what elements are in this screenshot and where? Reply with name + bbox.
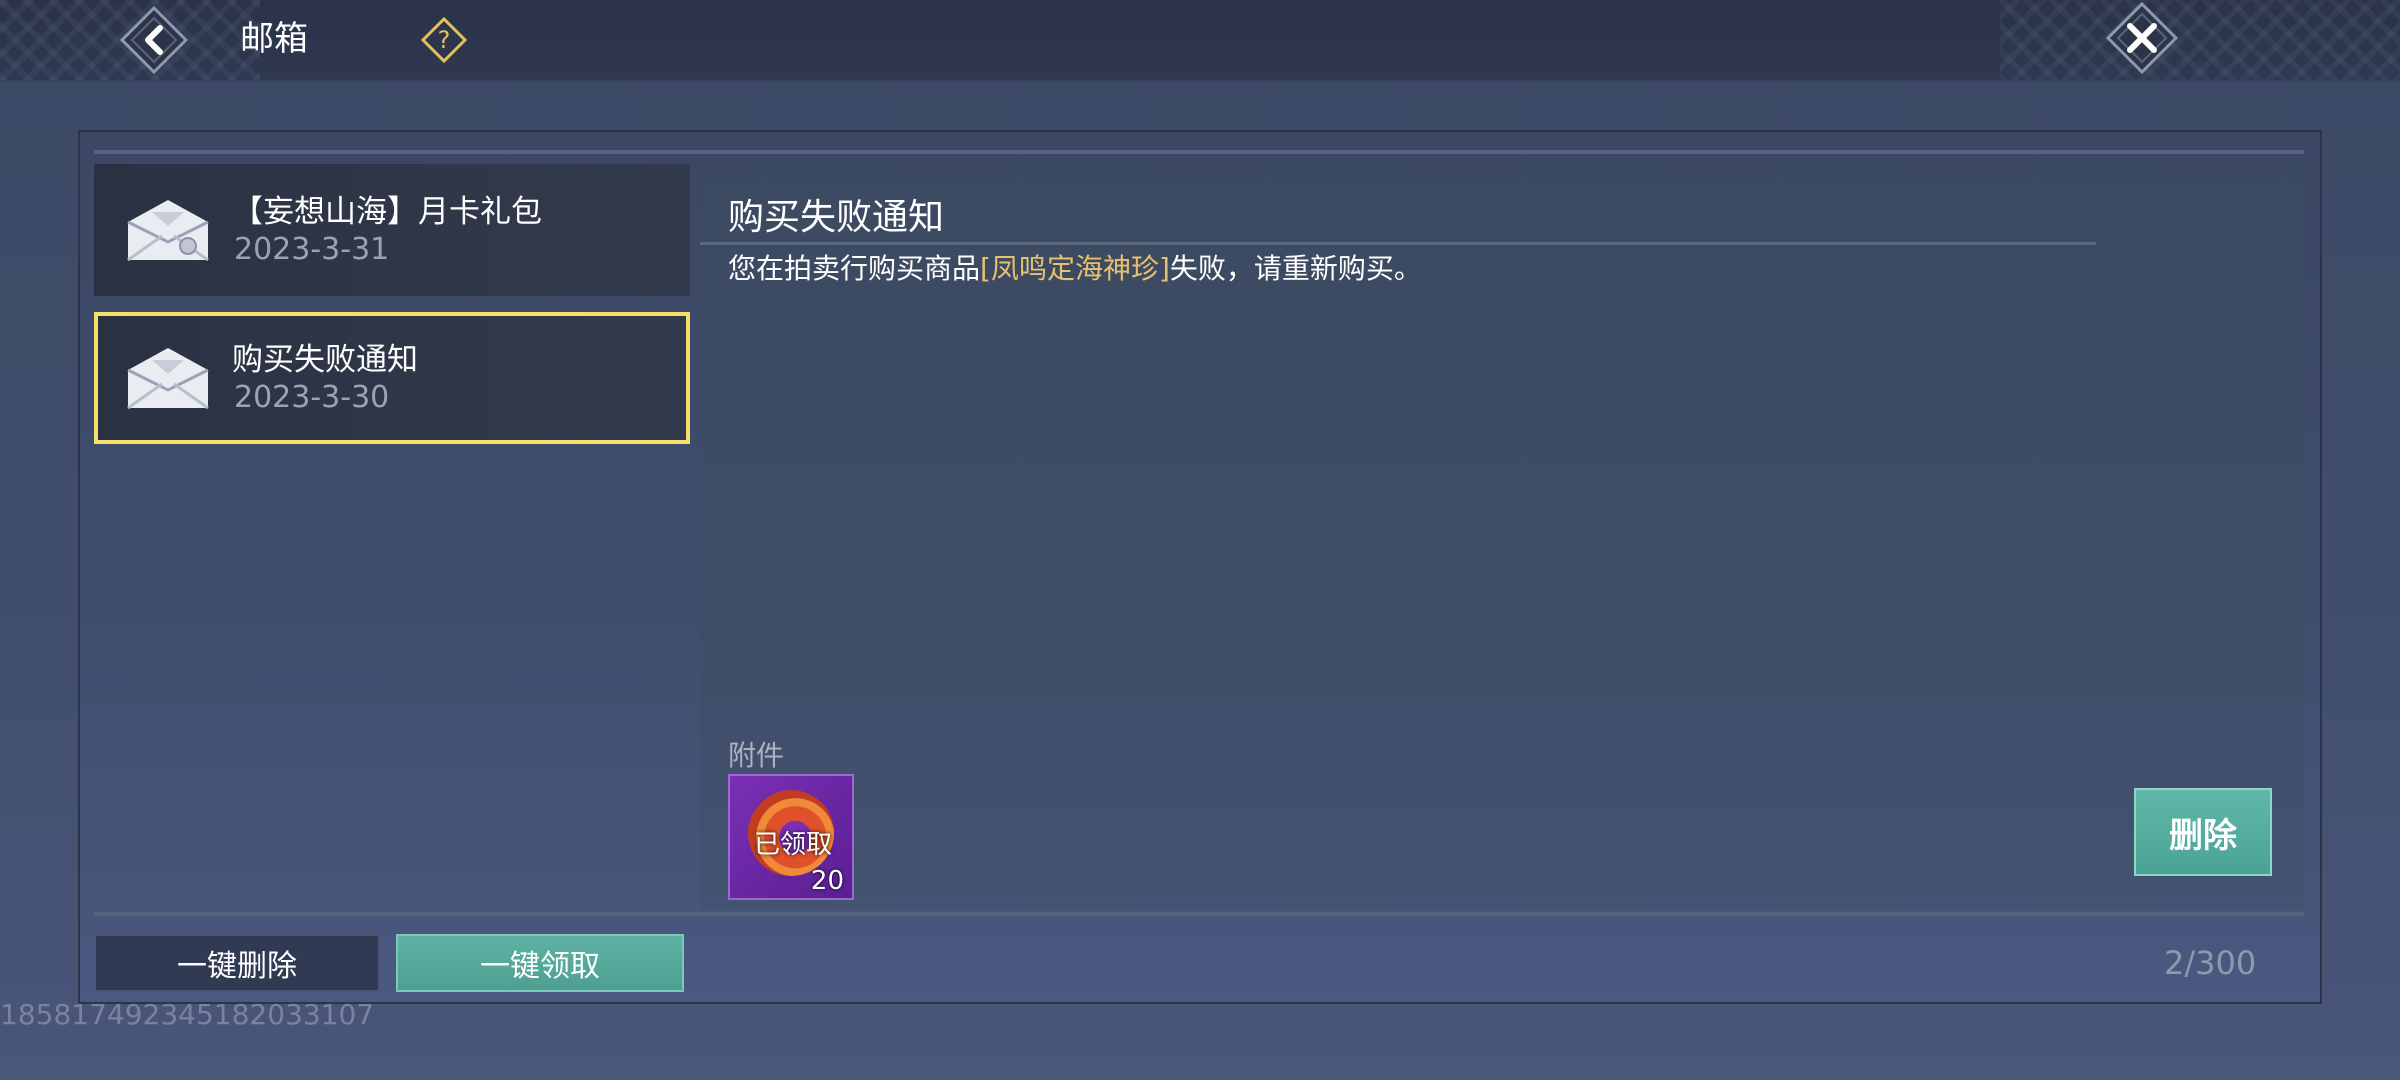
delete-all-button[interactable]: 一键删除	[94, 934, 380, 992]
page-title: 邮箱	[240, 19, 308, 59]
mail-date: 2023-3-31	[234, 232, 390, 267]
svg-text:?: ?	[438, 26, 451, 54]
attachment-item[interactable]: 已领取 20	[728, 774, 854, 900]
back-arrow-icon	[119, 5, 189, 75]
top-bar	[0, 0, 2400, 82]
user-id-watermark: 1858174923451820331​07	[0, 998, 375, 1031]
back-button[interactable]	[118, 4, 190, 76]
header-pattern-right	[2000, 0, 2400, 80]
mail-count: 2/300	[2164, 944, 2257, 982]
detail-divider	[700, 242, 2096, 245]
envelope-icon	[127, 200, 209, 262]
claim-all-button[interactable]: 一键领取	[396, 934, 684, 992]
close-x-icon	[2105, 1, 2179, 75]
help-button[interactable]: ?	[418, 16, 470, 64]
mail-list-item[interactable]: 【妄想山海】月卡礼包 2023-3-31	[94, 164, 690, 296]
mail-title: 购买失败通知	[232, 342, 418, 378]
mail-date: 2023-3-30	[234, 380, 390, 415]
attachments-label: 附件	[728, 739, 785, 772]
mail-list-item-selected[interactable]: 购买失败通知 2023-3-30	[94, 312, 690, 444]
attachment-quantity: 20	[810, 866, 844, 896]
mail-detail-title: 购买失败通知	[728, 197, 945, 238]
mail-title: 【妄想山海】月卡礼包	[232, 194, 542, 230]
envelope-icon	[127, 348, 209, 410]
delete-button[interactable]: 删除	[2134, 788, 2272, 876]
mail-detail-body: 您在拍卖行购买商品[凤鸣定海神珍]失败，请重新购买。	[728, 250, 1422, 288]
body-item-name: [凤鸣定海神珍]	[980, 252, 1170, 285]
panel-top-divider	[94, 150, 2304, 154]
question-icon: ?	[420, 16, 468, 64]
attachment-claimed-status: 已领取	[753, 830, 832, 860]
bottom-divider	[94, 912, 2304, 916]
body-suffix: 失败，请重新购买。	[1169, 252, 1422, 285]
close-button[interactable]	[2102, 0, 2182, 76]
body-prefix: 您在拍卖行购买商品	[728, 252, 981, 285]
